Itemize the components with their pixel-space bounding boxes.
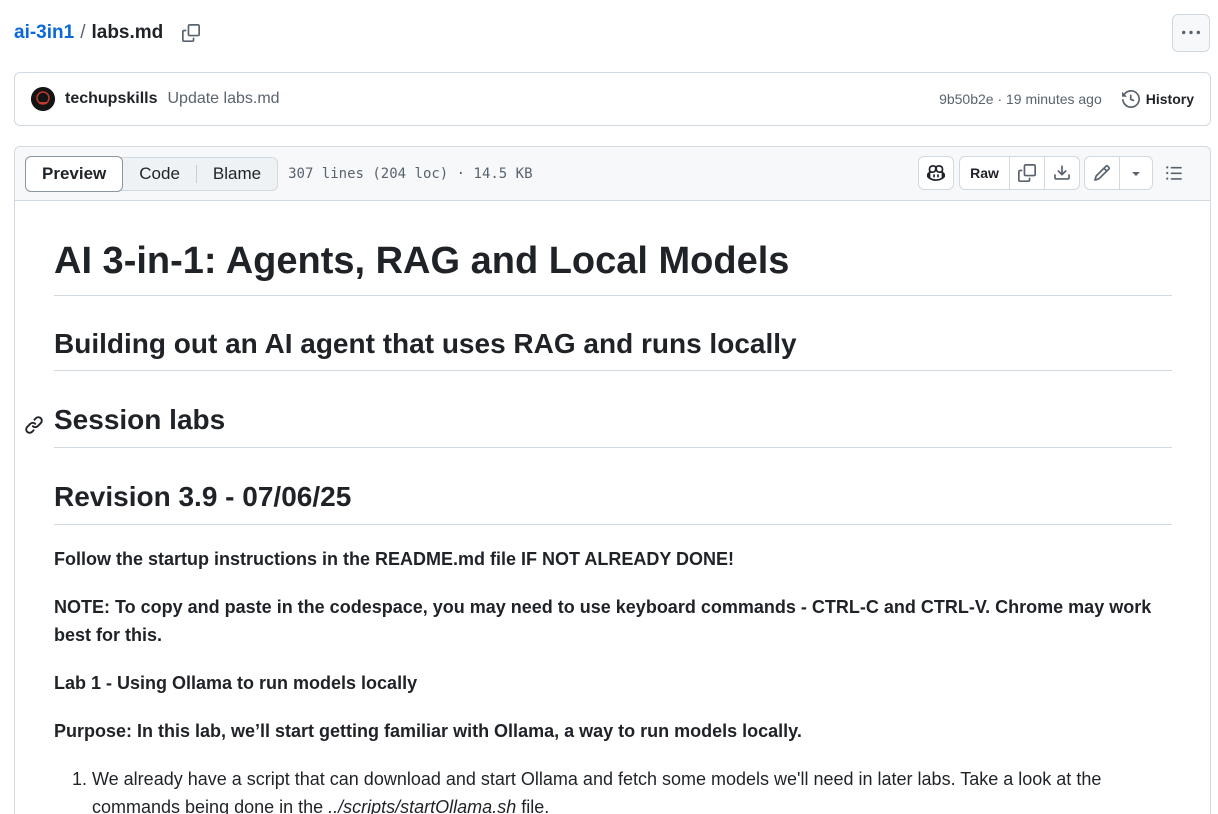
tab-blame[interactable]: Blame <box>197 157 277 191</box>
more-options-button[interactable] <box>1172 14 1210 52</box>
copilot-icon <box>927 165 945 181</box>
heading-session-labs: Session labs <box>25 403 1172 448</box>
history-button[interactable]: History <box>1121 90 1194 108</box>
link-icon <box>25 416 43 435</box>
list-item-text: We already have a script that can downlo… <box>92 768 1102 814</box>
heading-revision: Revision 3.9 - 07/06/25 <box>54 480 1172 525</box>
download-raw-button[interactable] <box>1045 157 1079 189</box>
outline-button[interactable] <box>1157 156 1191 190</box>
commit-meta[interactable]: 9b50b2e · 19 minutes ago <box>939 91 1102 107</box>
file-info: 307 lines (204 loc) · 14.5 KB <box>288 165 533 182</box>
latest-commit-bar: techupskills Update labs.md 9b50b2e · 19… <box>14 72 1211 126</box>
commit-author[interactable]: techupskills <box>65 90 157 108</box>
list-item-text-end: file. <box>516 796 550 814</box>
paragraph-startup: Follow the startup instructions in the R… <box>54 548 735 569</box>
tab-preview[interactable]: Preview <box>25 155 124 192</box>
copy-icon <box>1018 164 1036 182</box>
copy-raw-button[interactable] <box>1010 157 1045 189</box>
paragraph-purpose: Purpose: In this lab, we’ll start gettin… <box>54 720 802 741</box>
pencil-icon <box>1094 165 1110 181</box>
steps-list: We already have a script that can downlo… <box>54 765 1172 814</box>
breadcrumb-separator: / <box>80 22 86 43</box>
markdown-body: AI 3-in-1: Agents, RAG and Local Models … <box>25 201 1172 814</box>
kebab-horizontal-icon <box>1182 30 1200 35</box>
triangle-down-icon <box>1132 172 1140 176</box>
breadcrumb-repo-link[interactable]: ai-3in1 <box>14 22 74 44</box>
view-mode-toggle: Preview Code Blame <box>25 155 279 192</box>
copilot-button[interactable] <box>919 157 953 189</box>
file-viewer: Preview Code Blame 307 lines (204 loc) ·… <box>14 146 1211 814</box>
script-path-link[interactable]: ../scripts/startOllama.sh <box>328 797 516 814</box>
paragraph-note: NOTE: To copy and paste in the codespace… <box>54 596 1152 645</box>
breadcrumb: ai-3in1 / labs.md <box>14 18 203 48</box>
page-title: AI 3-in-1: Agents, RAG and Local Models <box>54 201 1172 296</box>
edit-group <box>1084 156 1153 190</box>
breadcrumb-file-name: labs.md <box>91 22 164 43</box>
heading-session-labs-text: Session labs <box>54 404 226 436</box>
edit-file-button[interactable] <box>1085 157 1120 189</box>
history-icon <box>1121 90 1140 108</box>
file-header: Preview Code Blame 307 lines (204 loc) ·… <box>15 147 1210 201</box>
raw-actions-group: Raw <box>959 156 1080 190</box>
paragraph-lab1-title: Lab 1 - Using Ollama to run models local… <box>54 672 418 693</box>
copilot-group <box>918 156 954 190</box>
heading-anchor-link[interactable] <box>24 409 44 435</box>
list-unordered-icon <box>1166 166 1182 180</box>
heading-subtitle: Building out an AI agent that uses RAG a… <box>54 327 1172 372</box>
list-item: We already have a script that can downlo… <box>92 765 1172 814</box>
raw-button[interactable]: Raw <box>960 157 1010 189</box>
author-avatar[interactable] <box>31 87 55 111</box>
tab-code[interactable]: Code <box>123 157 196 191</box>
copy-path-button[interactable] <box>179 21 203 45</box>
commit-message[interactable]: Update labs.md <box>167 90 279 108</box>
edit-options-dropdown[interactable] <box>1120 157 1152 189</box>
history-label: History <box>1145 91 1194 107</box>
download-icon <box>1054 165 1070 180</box>
copy-icon <box>182 24 201 42</box>
